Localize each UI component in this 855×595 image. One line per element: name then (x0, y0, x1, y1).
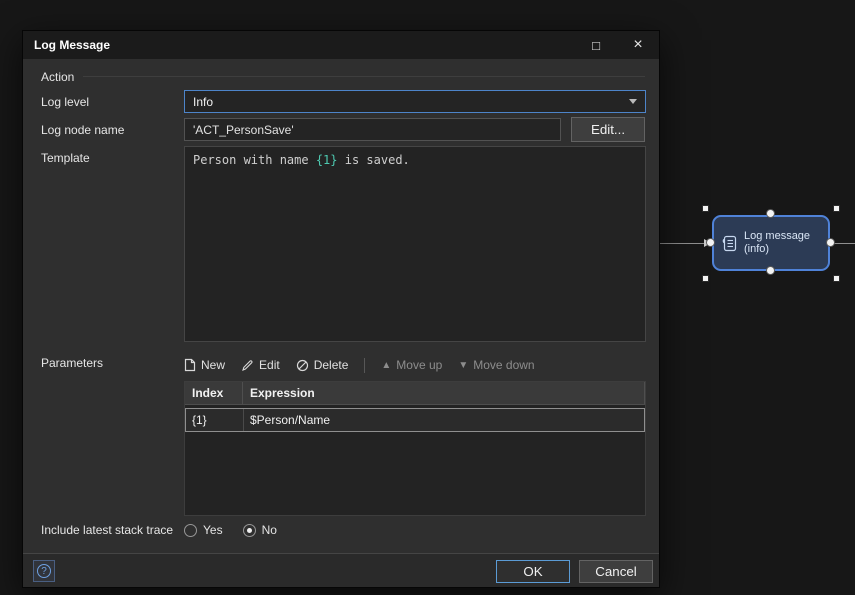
microflow-canvas[interactable]: { "window": { "title": "Log Message" }, … (0, 0, 855, 595)
group-rule (83, 76, 645, 77)
stack-trace-options: Yes No (184, 520, 277, 540)
log-level-value: Info (193, 94, 214, 109)
log-message-dialog: Log Message □ × Action Log level Info Lo… (22, 30, 660, 588)
connector-top[interactable] (766, 209, 775, 218)
help-icon: ? (37, 564, 51, 578)
template-textarea[interactable]: Person with name {1} is saved. (184, 146, 646, 342)
action-group-label: Action (41, 70, 75, 84)
template-token: {1} (315, 153, 338, 167)
toolbar-separator (364, 357, 366, 373)
selection-handle-top-left[interactable] (702, 205, 709, 212)
ok-button[interactable]: OK (496, 560, 570, 583)
help-button[interactable]: ? (33, 560, 55, 582)
dialog-title: Log Message (34, 38, 111, 52)
node-title: Log message (744, 230, 811, 242)
delete-parameter-button[interactable]: Delete (296, 358, 348, 372)
close-button[interactable]: × (617, 31, 659, 59)
log-node-name-value: 'ACT_PersonSave' (193, 122, 294, 137)
delete-slash-circle-icon (296, 359, 309, 372)
dialog-footer: ? OK Cancel (23, 553, 659, 587)
radio-no-label: No (261, 523, 277, 537)
parameters-toolbar: New Edit Delete ▲ Move up ▼ Move down (184, 353, 646, 377)
table-row[interactable]: {1} $Person/Name (185, 408, 645, 432)
cell-expression: $Person/Name (250, 413, 331, 427)
column-header-expression: Expression (243, 382, 645, 404)
connector-right[interactable] (826, 238, 835, 247)
move-up-button[interactable]: ▲ Move up (381, 358, 442, 372)
selection-handle-bottom-right[interactable] (833, 275, 840, 282)
cell-index: {1} (186, 409, 244, 431)
pencil-icon (241, 359, 254, 372)
stack-trace-label: Include latest stack trace (41, 523, 174, 537)
close-icon: × (633, 36, 643, 53)
flow-line-in[interactable] (660, 243, 705, 244)
parameters-table-header: Index Expression (185, 382, 645, 405)
connector-left[interactable] (706, 238, 715, 247)
log-level-label: Log level (41, 95, 90, 109)
parameters-table: Index Expression {1} $Person/Name (184, 381, 646, 516)
new-parameter-button[interactable]: New (184, 358, 225, 372)
template-text-after: is saved. (337, 153, 410, 167)
log-node-name-input[interactable]: 'ACT_PersonSave' (184, 118, 561, 141)
edit-parameter-button[interactable]: Edit (241, 358, 280, 372)
column-header-index: Index (185, 382, 243, 404)
radio-no[interactable]: No (242, 523, 277, 537)
log-level-dropdown[interactable]: Info (184, 90, 646, 113)
parameters-label: Parameters (41, 356, 104, 370)
radio-yes-icon (184, 523, 197, 537)
template-text-before: Person with name (193, 153, 316, 167)
triangle-down-icon: ▼ (458, 359, 469, 371)
log-node-name-label: Log node name (41, 123, 125, 137)
selection-handle-bottom-left[interactable] (702, 275, 709, 282)
selection-handle-top-right[interactable] (833, 205, 840, 212)
template-label: Template (41, 151, 90, 165)
connector-bottom[interactable] (766, 266, 775, 275)
cancel-button[interactable]: Cancel (579, 560, 653, 583)
log-message-node[interactable]: Log message (info) (712, 215, 830, 271)
maximize-icon: □ (592, 37, 600, 53)
node-subtitle: (info) (744, 243, 770, 255)
chevron-down-icon (629, 99, 637, 104)
triangle-up-icon: ▲ (381, 359, 392, 371)
radio-yes-label: Yes (203, 523, 223, 537)
radio-yes[interactable]: Yes (184, 523, 223, 537)
dialog-titlebar[interactable]: Log Message □ × (23, 31, 659, 59)
move-down-button[interactable]: ▼ Move down (458, 358, 534, 372)
radio-no-icon (242, 523, 256, 537)
new-document-icon (184, 358, 196, 372)
maximize-button[interactable]: □ (575, 31, 617, 59)
edit-node-name-button[interactable]: Edit... (571, 117, 645, 142)
log-icon (721, 235, 738, 252)
